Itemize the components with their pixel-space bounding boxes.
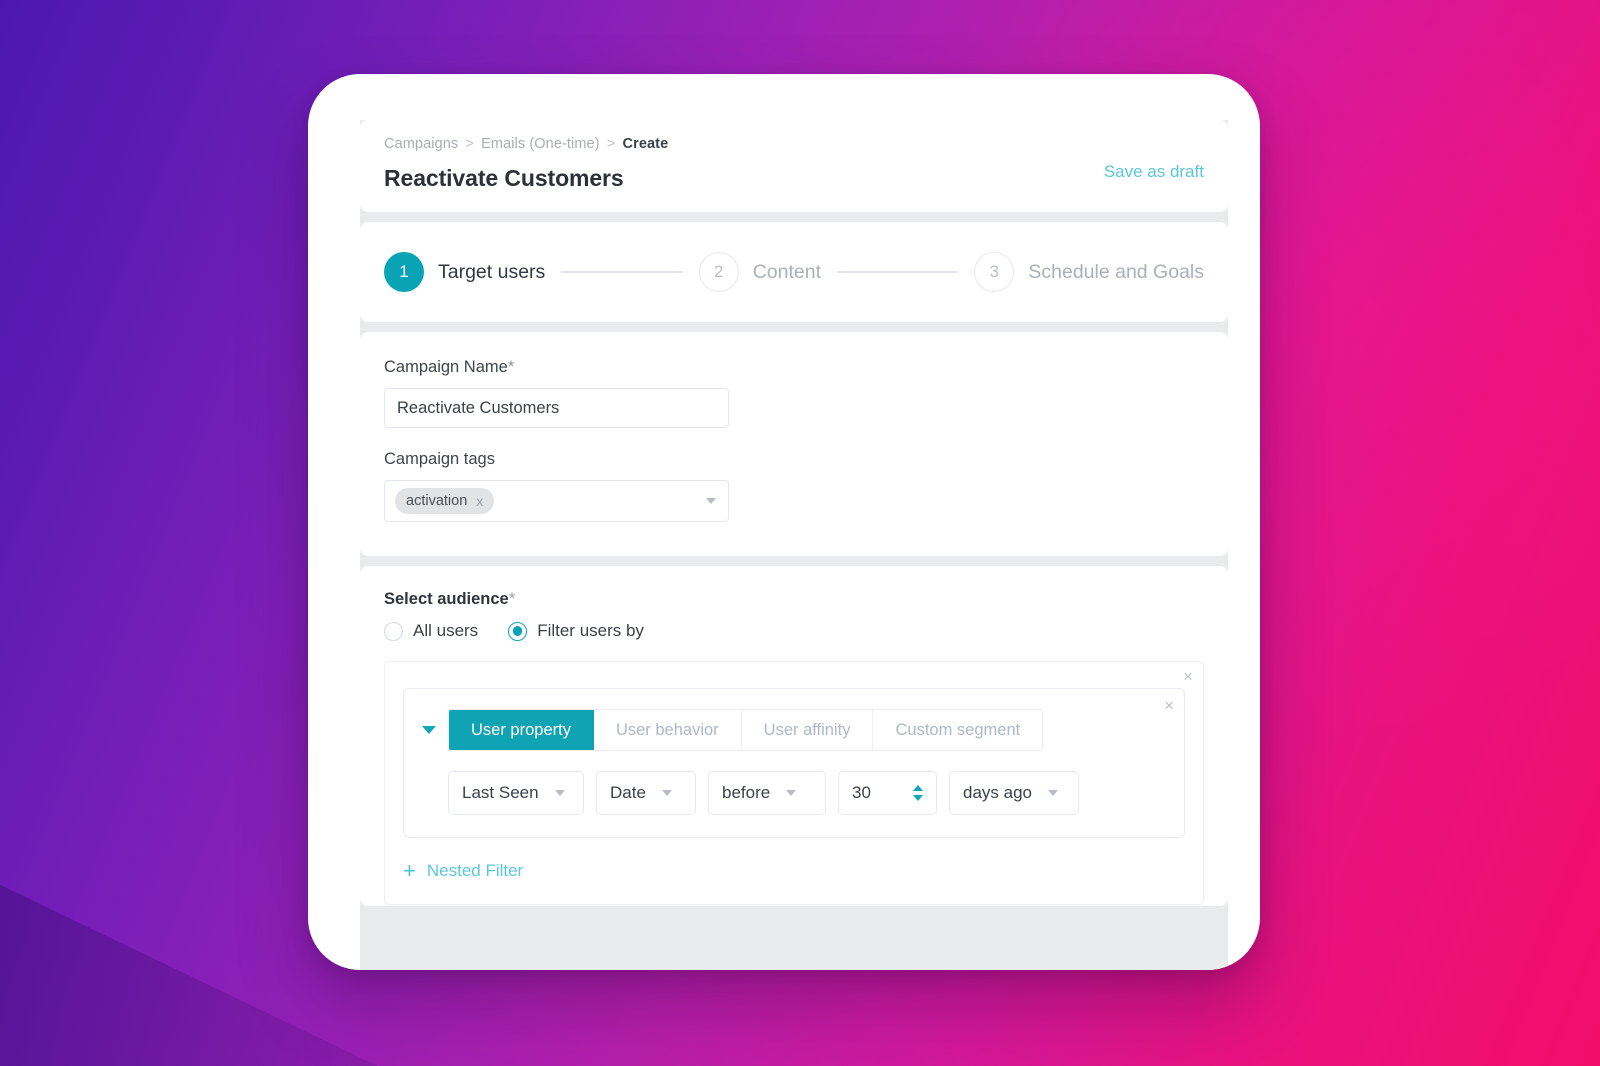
filter-group-close-icon[interactable]: × bbox=[1183, 668, 1193, 685]
chevron-down-icon bbox=[554, 790, 565, 796]
step-3-badge: 3 bbox=[974, 252, 1015, 292]
select-audience-panel: Select audience* All users Filter users … bbox=[360, 566, 1228, 906]
step-connector-2 bbox=[837, 271, 959, 273]
campaign-name-label-text: Campaign Name bbox=[384, 358, 508, 376]
required-marker: * bbox=[507, 358, 515, 376]
header-panel: Campaigns > Emails (One-time) > Create R… bbox=[360, 120, 1228, 212]
breadcrumb-item-emails[interactable]: Emails (One-time) bbox=[481, 136, 600, 152]
radio-icon-all-users[interactable] bbox=[384, 621, 403, 641]
operator-select-value: before bbox=[722, 783, 771, 802]
datatype-select-value: Date bbox=[610, 783, 646, 802]
radio-label-all-users: All users bbox=[413, 621, 479, 640]
chevron-down-icon bbox=[1048, 790, 1058, 796]
amount-stepper[interactable]: 30 bbox=[838, 771, 937, 815]
chevron-down-icon[interactable] bbox=[706, 498, 716, 504]
required-marker: * bbox=[508, 590, 516, 608]
select-audience-title: Select audience* bbox=[384, 590, 1204, 609]
unit-select-value: days ago bbox=[963, 783, 1032, 802]
plus-icon: + bbox=[403, 858, 416, 883]
campaign-tags-select[interactable]: activation x bbox=[384, 480, 729, 522]
campaign-name-label: Campaign Name* bbox=[384, 358, 1204, 377]
step-content[interactable]: 2 Content bbox=[698, 252, 821, 292]
breadcrumb-item-campaigns[interactable]: Campaigns bbox=[384, 136, 458, 152]
tag-chip[interactable]: activation x bbox=[395, 488, 495, 514]
filter-card-header: User property User behavior User affinit… bbox=[422, 709, 1166, 751]
radio-label-filter-users-by: Filter users by bbox=[537, 621, 644, 640]
audience-radio-group: All users Filter users by bbox=[384, 621, 1204, 641]
tab-user-behavior[interactable]: User behavior bbox=[593, 710, 742, 750]
breadcrumb-item-create: Create bbox=[622, 136, 669, 152]
filter-condition-card: × User property User behavior User affin… bbox=[403, 688, 1185, 838]
chevron-down-icon bbox=[786, 790, 797, 796]
stepper-increment-icon[interactable] bbox=[913, 785, 923, 791]
attribute-select-value: Last Seen bbox=[462, 783, 539, 802]
campaign-details-panel: Campaign Name* Campaign tags activation … bbox=[360, 332, 1228, 556]
datatype-select[interactable]: Date bbox=[596, 771, 696, 815]
step-schedule-and-goals[interactable]: 3 Schedule and Goals bbox=[974, 252, 1204, 292]
scroll-viewport[interactable]: Campaigns > Emails (One-time) > Create R… bbox=[360, 120, 1228, 970]
campaign-name-input[interactable] bbox=[384, 388, 729, 428]
tag-chip-label: activation bbox=[406, 493, 468, 509]
step-target-users[interactable]: 1 Target users bbox=[384, 252, 545, 292]
page-title: Reactivate Customers bbox=[384, 165, 624, 191]
breadcrumb: Campaigns > Emails (One-time) > Create bbox=[384, 136, 1204, 152]
select-audience-title-text: Select audience bbox=[384, 590, 509, 608]
radio-icon-filter-users-by[interactable] bbox=[508, 621, 528, 641]
amount-stepper-value[interactable]: 30 bbox=[852, 783, 871, 803]
step-connector-1 bbox=[561, 271, 683, 273]
campaign-tags-label: Campaign tags bbox=[384, 450, 495, 468]
tag-remove-icon[interactable]: x bbox=[476, 493, 483, 509]
step-1-badge: 1 bbox=[384, 252, 424, 292]
radio-option-all-users[interactable]: All users bbox=[384, 621, 478, 641]
filter-type-tabs: User property User behavior User affinit… bbox=[448, 709, 1044, 751]
operator-select[interactable]: before bbox=[708, 771, 826, 815]
tab-user-property[interactable]: User property bbox=[449, 710, 594, 750]
filter-condition-row: Last Seen Date before 30 days ago bbox=[448, 771, 1166, 815]
filter-group: × × User property User behavior User aff… bbox=[384, 661, 1204, 905]
step-1-label: Target users bbox=[438, 260, 546, 283]
step-2-label: Content bbox=[752, 260, 821, 283]
tab-user-affinity[interactable]: User affinity bbox=[741, 710, 874, 750]
save-as-draft-button[interactable]: Save as draft bbox=[1104, 162, 1204, 182]
tab-custom-segment[interactable]: Custom segment bbox=[873, 710, 1043, 750]
filter-card-close-icon[interactable]: × bbox=[1164, 697, 1174, 714]
chevron-down-icon bbox=[661, 790, 672, 796]
stepper-arrows[interactable] bbox=[913, 785, 923, 801]
stepper-decrement-icon[interactable] bbox=[913, 795, 923, 801]
attribute-select[interactable]: Last Seen bbox=[448, 771, 584, 815]
add-nested-filter-button[interactable]: + Nested Filter bbox=[403, 860, 1185, 882]
step-2-badge: 2 bbox=[698, 252, 739, 292]
step-3-label: Schedule and Goals bbox=[1028, 260, 1204, 283]
add-nested-filter-label: Nested Filter bbox=[426, 861, 524, 880]
unit-select[interactable]: days ago bbox=[949, 771, 1079, 815]
breadcrumb-separator: > bbox=[606, 136, 616, 152]
app-window: Campaigns > Emails (One-time) > Create R… bbox=[308, 74, 1260, 970]
breadcrumb-separator: > bbox=[465, 136, 474, 152]
stepper-panel: 1 Target users 2 Content 3 Schedule and … bbox=[360, 222, 1228, 322]
radio-option-filter-users-by[interactable]: Filter users by bbox=[508, 621, 644, 641]
caret-down-icon[interactable] bbox=[422, 726, 436, 734]
